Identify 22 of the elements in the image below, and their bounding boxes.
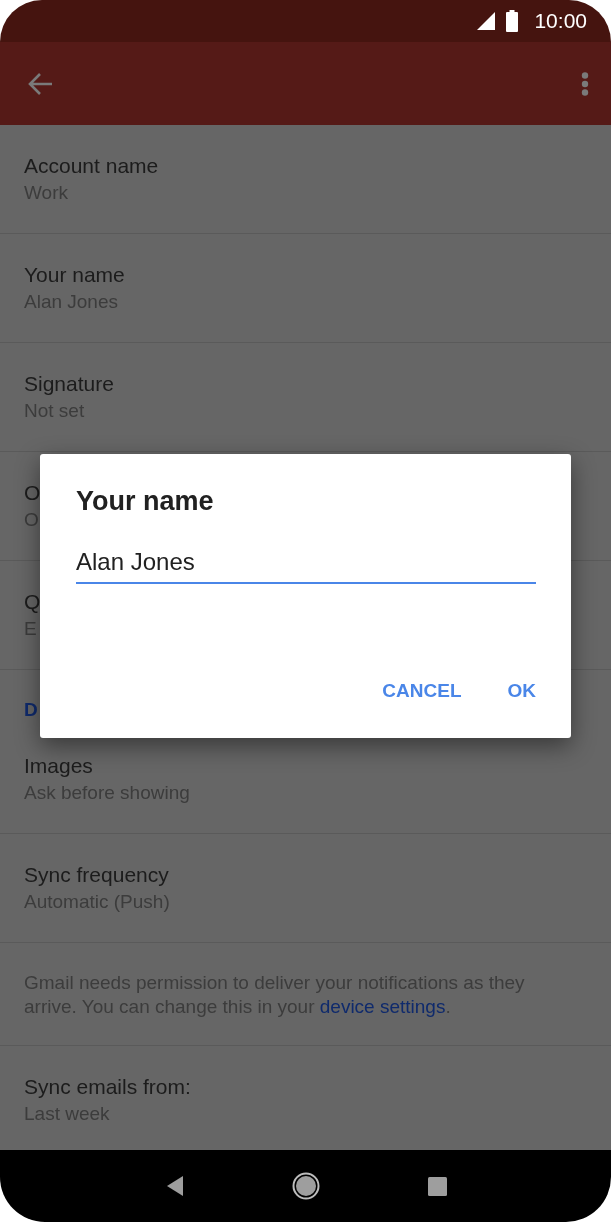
back-icon[interactable]: [28, 71, 54, 96]
setting-title: Your name: [24, 262, 125, 288]
dialog-title: Your name: [76, 485, 214, 518]
home-icon[interactable]: [292, 1172, 320, 1200]
dialog-button[interactable]: CANCEL: [368, 674, 476, 708]
battery-icon: [506, 10, 519, 32]
signal-icon: [476, 11, 497, 31]
setting-title: Images: [24, 753, 93, 779]
recents-icon[interactable]: [428, 1176, 447, 1196]
back-icon[interactable]: [166, 1175, 184, 1197]
setting-title: Account name: [24, 153, 159, 179]
more-options-icon[interactable]: [581, 71, 589, 96]
setting-title: Q: [24, 589, 41, 615]
name-input-field[interactable]: Alan Jones: [76, 548, 536, 584]
setting-title: Sync frequency: [24, 862, 169, 888]
setting-title: O: [24, 480, 41, 506]
clock-time: 10:00: [534, 9, 587, 33]
section-header: D: [24, 699, 38, 720]
setting-title: Sync emails from:: [24, 1074, 191, 1100]
setting-title: Signature: [24, 371, 114, 397]
dialog-button[interactable]: OK: [493, 674, 550, 708]
device-settings-link[interactable]: device settings: [319, 996, 446, 1017]
